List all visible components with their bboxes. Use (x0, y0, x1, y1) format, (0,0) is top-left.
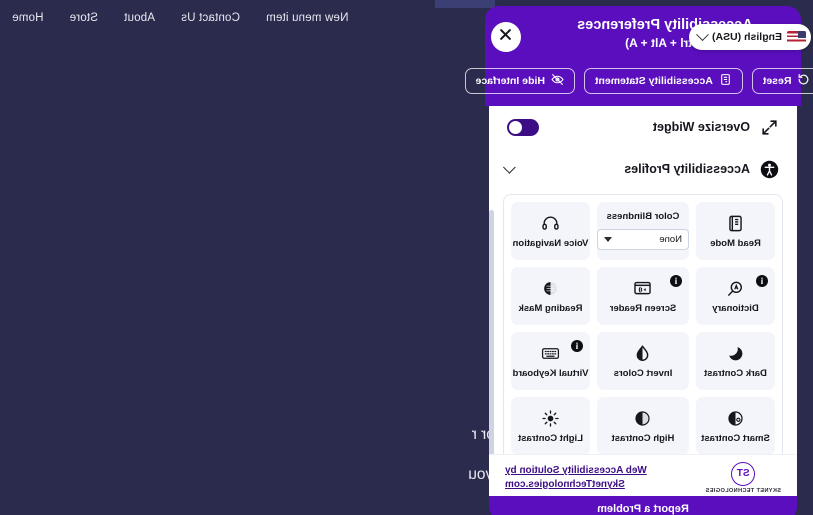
reading-mask-icon (541, 277, 560, 299)
toggle-knob (509, 120, 522, 134)
accessibility-person-icon (760, 160, 779, 179)
refresh-icon (797, 73, 810, 89)
close-button[interactable] (491, 22, 521, 52)
skynet-brand-text: SKYNET TECHNOLOGIES (705, 487, 781, 494)
hide-interface-button[interactable]: Hide Interface (464, 68, 575, 94)
row-accessibility-profiles[interactable]: Accessibility Profiles (489, 148, 797, 190)
circle-half-icon (634, 407, 653, 429)
tile-screen-reader[interactable]: i Screen Reader (597, 267, 689, 325)
footer-credit-line1: Web Accessibility Solution by (505, 465, 647, 476)
color-blindness-select[interactable]: None (597, 229, 689, 251)
sun-icon (541, 407, 560, 429)
book-icon (726, 212, 745, 234)
eye-slash-icon (551, 73, 564, 89)
tile-label: Dark Contrast (704, 368, 767, 380)
tile-label: Screen Reader (609, 303, 677, 315)
nav-item-home[interactable]: Home (12, 12, 43, 24)
magnifier-a-icon (726, 277, 745, 299)
row-oversize-left: Oversize Widget (653, 118, 779, 137)
report-problem-button[interactable]: Report a Problem (489, 496, 797, 515)
tile-label: Smart Contrast (701, 433, 770, 445)
info-icon[interactable]: i (670, 275, 682, 287)
widget-body: Oversize Widget Accessibility Profiles R… (489, 106, 797, 480)
nav-item-new-menu-item[interactable]: New menu item (266, 12, 349, 24)
tile-dictionary[interactable]: i Dictionary (696, 267, 775, 325)
tile-high-contrast[interactable]: High Contrast (597, 397, 689, 455)
widget-header: Accessibility Preferences (Ctrl + Alt + … (464, 6, 813, 106)
document-icon (719, 73, 732, 89)
feature-grid: Read Mode Color Blindness None Voice Nav… (503, 194, 783, 463)
info-icon[interactable]: i (756, 275, 768, 287)
skynet-brand: ST SKYNET TECHNOLOGIES (705, 461, 781, 494)
tile-light-contrast[interactable]: Light Contrast (511, 397, 590, 455)
expand-arrows-icon (760, 118, 779, 137)
accessibility-statement-label: Accessibility Statement (594, 75, 713, 87)
droplet-half-icon (634, 342, 653, 364)
widget-header-actions: Reset Accessibility Statement Hide Inter… (464, 68, 813, 94)
skynet-logo-icon: ST (731, 461, 756, 486)
tile-color-blindness[interactable]: Color Blindness None (597, 202, 689, 260)
site-nav[interactable]: New menu item Contact Us About Store Hom… (12, 12, 348, 24)
accessibility-statement-button[interactable]: Accessibility Statement (583, 68, 743, 94)
widget-footer: ST SKYNET TECHNOLOGIES Web Accessibility… (489, 454, 797, 500)
accessibility-widget-panel: Accessibility Preferences (Ctrl + Alt + … (464, 6, 813, 515)
footer-credit-line2: SkynetTechnologies.com (505, 478, 625, 490)
tile-label: Reading Mask (518, 303, 583, 315)
hide-interface-label: Hide Interface (475, 75, 545, 87)
row-profiles-left: Accessibility Profiles (624, 160, 779, 179)
reset-label: Reset (762, 75, 792, 87)
headset-icon (541, 212, 560, 234)
tile-dark-contrast[interactable]: Dark Contrast (696, 332, 775, 390)
tile-label: Light Contrast (518, 433, 583, 445)
language-label: English (USA) (712, 31, 782, 43)
color-blindness-value: None (659, 234, 682, 246)
nav-item-about[interactable]: About (124, 12, 155, 24)
row-oversize-widget[interactable]: Oversize Widget (489, 106, 797, 148)
footer-credit-link[interactable]: Web Accessibility Solution by SkynetTech… (505, 464, 647, 491)
tile-voice-navigation[interactable]: Voice Navigation (511, 202, 590, 260)
nav-item-contact-us[interactable]: Contact Us (181, 12, 240, 24)
tile-label: Color Blindness (606, 210, 680, 222)
chevron-down-icon (696, 27, 709, 41)
tile-reading-mask[interactable]: Reading Mask (511, 267, 590, 325)
scrollbar-thumb[interactable] (489, 210, 494, 460)
chevron-down-icon[interactable] (503, 160, 516, 174)
nav-item-store[interactable]: Store (69, 12, 98, 24)
oversize-widget-label: Oversize Widget (652, 120, 750, 134)
keyboard-icon (541, 342, 560, 364)
tile-label: Voice Navigation (512, 238, 589, 250)
reset-button[interactable]: Reset (751, 68, 813, 94)
tile-smart-contrast[interactable]: Smart Contrast (696, 397, 775, 455)
tile-label: High Contrast (611, 433, 675, 445)
info-icon[interactable]: i (571, 340, 583, 352)
tile-label: Read Mode (710, 238, 761, 250)
widget-scrollbar[interactable] (489, 210, 494, 480)
tile-label: Virtual Keyboard (512, 368, 589, 380)
chevron-down-icon (604, 237, 612, 243)
report-problem-label: Report a Problem (597, 502, 689, 515)
circle-half-gear-icon (726, 407, 745, 429)
feature-grid-wrapper: Read Mode Color Blindness None Voice Nav… (489, 190, 797, 473)
tile-label: Invert Colors (613, 368, 673, 380)
mirrored-screenshot-root: New menu item Contact Us About Store Hom… (0, 0, 813, 515)
close-icon (499, 27, 514, 47)
tile-invert-colors[interactable]: Invert Colors (597, 332, 689, 390)
screen-reader-icon (634, 277, 653, 299)
accessibility-profiles-label: Accessibility Profiles (624, 162, 750, 176)
us-flag-icon (787, 30, 806, 44)
tile-virtual-keyboard[interactable]: i Virtual Keyboard (511, 332, 590, 390)
tile-label: Dictionary (712, 303, 759, 315)
moon-icon (726, 342, 745, 364)
tile-read-mode[interactable]: Read Mode (696, 202, 775, 260)
language-selector[interactable]: English (USA) (689, 24, 811, 50)
oversize-widget-toggle[interactable] (507, 118, 539, 136)
